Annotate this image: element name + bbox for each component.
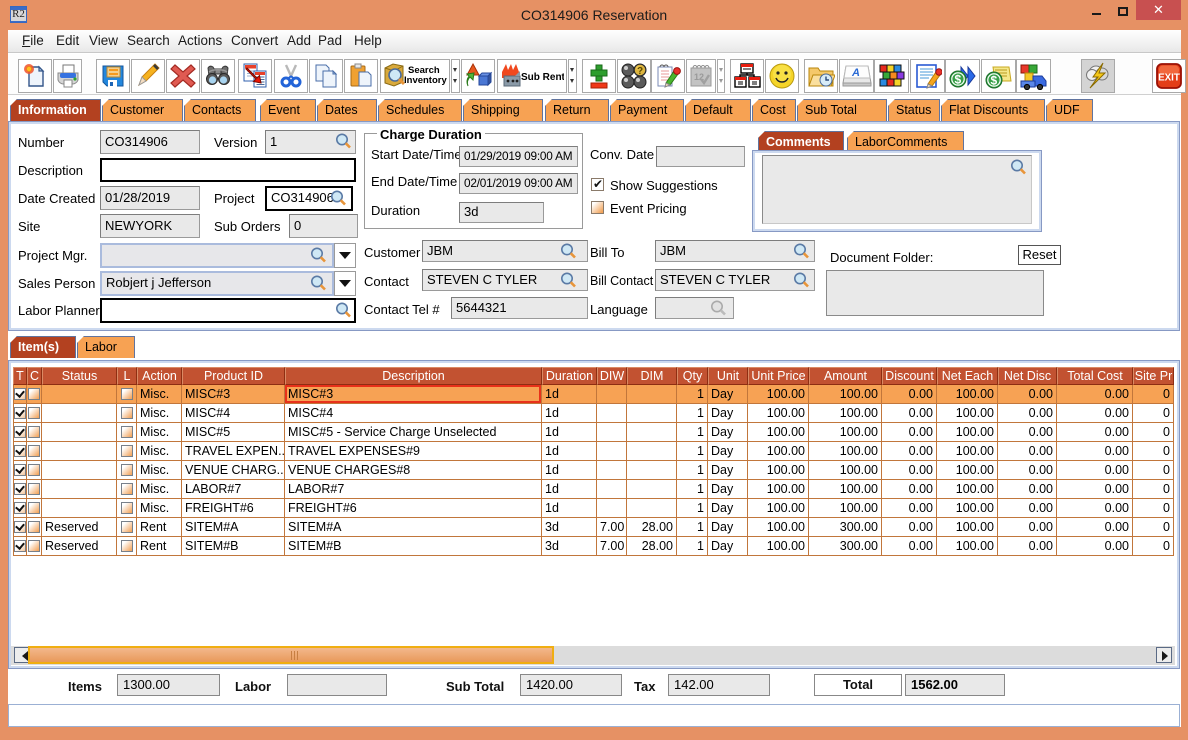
svg-text:$: $ [990, 74, 997, 88]
svg-text:Inventory: Inventory [404, 75, 447, 86]
svg-text:EXIT: EXIT [1158, 73, 1180, 84]
svg-text:$: $ [954, 73, 961, 87]
svg-text:?: ? [637, 66, 643, 77]
svg-text:A: A [851, 67, 860, 79]
svg-text:Sub Rent: Sub Rent [521, 72, 564, 83]
